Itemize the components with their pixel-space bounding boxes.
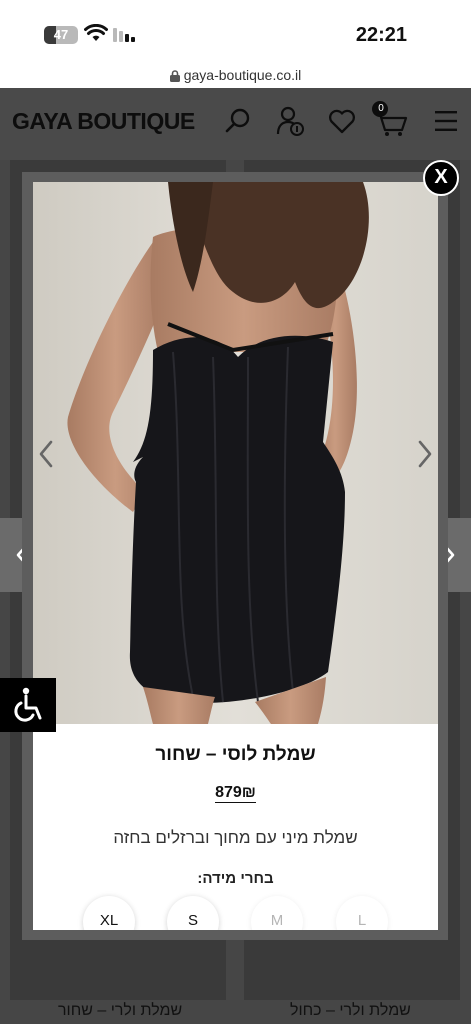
hamburger-menu-icon[interactable] [434,110,458,132]
background-product-names: שמלת ולרי – שחור שמלת ולרי – כחול [0,998,471,1024]
user-account-icon[interactable] [276,106,306,138]
lock-icon [169,70,180,83]
heart-icon[interactable] [328,108,356,134]
cart-count-badge: 0 [378,103,384,114]
search-icon[interactable] [224,106,252,136]
product-title: שמלת לוסי – שחור [155,744,316,765]
size-option-l[interactable]: L [336,896,388,930]
product-price: 879₪ [33,784,438,803]
address-bar[interactable]: gaya-boutique.co.il [0,62,471,88]
brand-logo[interactable]: GAYA BOUTIQUE [12,108,195,135]
clock: 22:21 [355,24,407,46]
size-label: בחרי מידה: [197,870,274,887]
price-value: 879₪ [215,784,256,803]
size-option-m[interactable]: M [251,896,303,930]
product-name[interactable]: שמלת ולרי – כחול [290,1002,411,1020]
product-description: שמלת מיני עם מחוך וברזלים בחזה [113,828,358,847]
size-option-xl[interactable]: XL [83,896,135,930]
signal-icon [113,28,135,42]
image-next-arrow[interactable] [414,438,434,470]
product-image[interactable] [33,182,438,724]
close-modal-button[interactable]: X [423,160,459,196]
site-header: GAYA BOUTIQUE 0 [0,88,471,160]
battery-icon: 47 [44,26,78,44]
size-option-s[interactable]: S [167,896,219,930]
accessibility-button[interactable] [0,678,56,732]
status-bar: 47 22:21 [0,0,471,62]
battery-level: 47 [53,27,69,42]
quick-view-modal: שמלת לוסי – שחור 879₪ שמלת מיני עם מחוך … [33,182,438,930]
wifi-icon [84,24,108,41]
product-info: שמלת לוסי – שחור 879₪ שמלת מיני עם מחוך … [33,724,438,930]
wheelchair-icon [14,687,42,722]
url-text: gaya-boutique.co.il [183,67,302,83]
image-prev-arrow[interactable] [37,438,57,470]
product-name[interactable]: שמלת ולרי – שחור [58,1002,182,1020]
